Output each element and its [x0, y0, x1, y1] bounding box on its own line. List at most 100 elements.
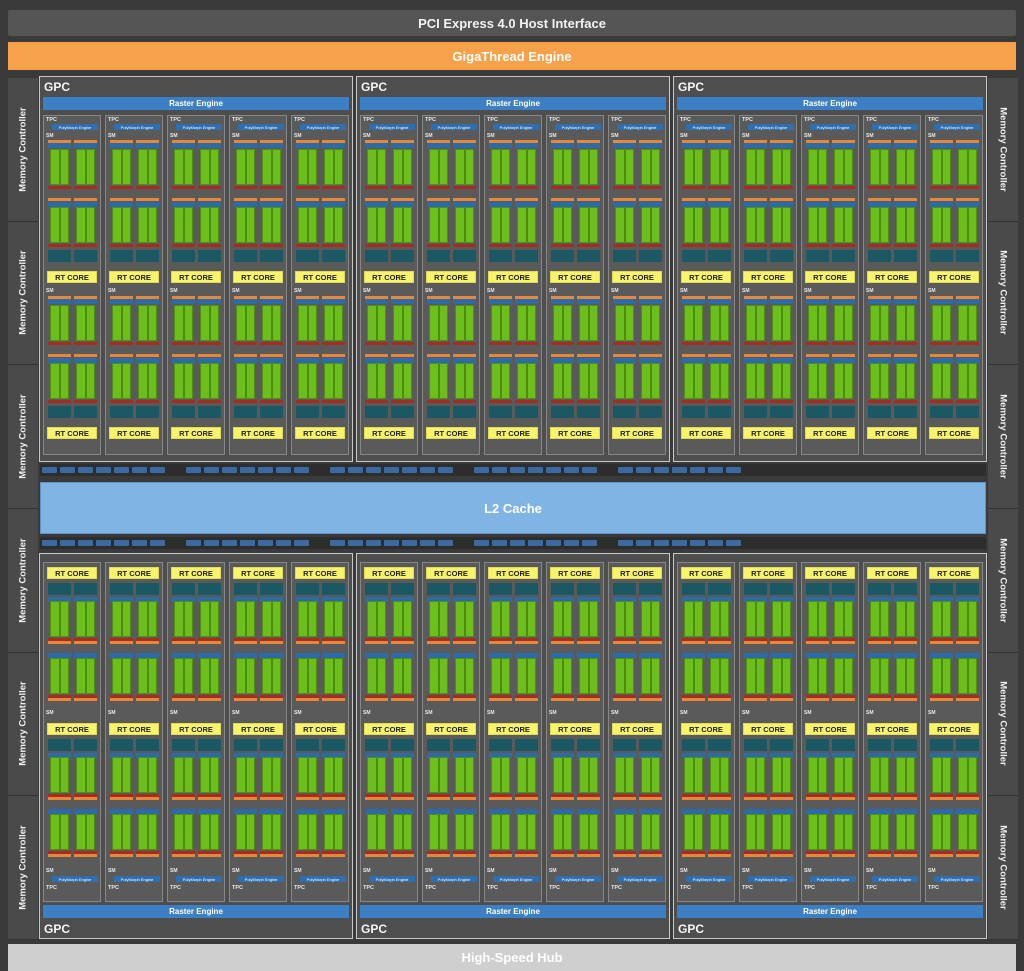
polymorph-label: PolyMorph Engine [437, 124, 471, 130]
polymorph-engine: PolyMorph Engine [493, 124, 539, 130]
rt-core-label: RT CORE [558, 272, 592, 282]
cuda-core-block [76, 757, 95, 793]
crossbar-segment [96, 467, 111, 473]
sm-partition [744, 140, 767, 266]
sm-label: SM [804, 710, 812, 716]
sm-partition [234, 140, 257, 266]
sm-partition [613, 296, 636, 422]
cuda-core-block [112, 757, 131, 793]
sm-partition [894, 739, 917, 865]
cuda-core-block [112, 658, 131, 694]
rt-core-label: RT CORE [689, 272, 723, 282]
polymorph-label: PolyMorph Engine [306, 124, 340, 130]
sm-partition [391, 583, 414, 709]
polymorph-engine: PolyMorph Engine [872, 124, 918, 130]
cuda-core-block [746, 814, 765, 850]
cuda-core-block [870, 363, 889, 399]
cuda-core-block [138, 601, 157, 637]
tpc-label: TPC [425, 117, 436, 123]
sm-partition [956, 140, 979, 266]
sm-label: SM [611, 868, 619, 874]
sm-partition [744, 583, 767, 709]
tpc-label: TPC [363, 117, 374, 123]
memory-controller-label: Memory Controller [997, 250, 1009, 336]
polymorph-engine: PolyMorph Engine [369, 876, 415, 882]
memory-controller-label: Memory Controller [997, 681, 1009, 767]
sm-partition [708, 140, 731, 266]
rt-core: RT CORE [295, 723, 345, 735]
gpc-label: GPC [678, 922, 705, 936]
tpc: RT CORE SM RT CORE SM PolyMorph Engine TPC [43, 562, 101, 902]
tpc-label: TPC [742, 885, 753, 891]
rt-core-label: RT CORE [434, 272, 468, 282]
rt-core: RT CORE [743, 271, 793, 283]
crossbar-segment [582, 540, 597, 546]
sm-partition [198, 583, 221, 709]
polymorph-engine: PolyMorph Engine [617, 124, 663, 130]
sm-partition [613, 583, 636, 709]
cuda-core-block [455, 149, 474, 185]
sm-partition [868, 739, 891, 865]
cuda-core-block [684, 601, 703, 637]
cuda-core-block [834, 305, 853, 341]
high-speed-hub: High-Speed Hub [8, 944, 1016, 971]
cuda-core-block [367, 363, 386, 399]
tpc: RT CORE SM RT CORE SM PolyMorph Engine TPC [422, 562, 480, 902]
cuda-core-block [76, 658, 95, 694]
cuda-core-block [262, 363, 281, 399]
cuda-core-block [615, 207, 634, 243]
sm-partition [868, 296, 891, 422]
sm-partition [74, 583, 97, 709]
cuda-core-block [958, 363, 977, 399]
cuda-core-block [896, 363, 915, 399]
cuda-core-block [262, 149, 281, 185]
sm-partition [930, 739, 953, 865]
cuda-core-block [870, 149, 889, 185]
sm-label: SM [549, 133, 557, 139]
crossbar-segment [330, 540, 345, 546]
polymorph-label: PolyMorph Engine [561, 124, 595, 130]
memory-controller-label: Memory Controller [17, 825, 29, 910]
rt-core: RT CORE [743, 427, 793, 439]
sm-partition [391, 140, 414, 266]
memory-controller-label: Memory Controller [997, 107, 1009, 192]
rt-core: RT CORE [109, 271, 159, 283]
tpc: TPC PolyMorph Engine SM RT CORE SM RT CORE [360, 115, 418, 455]
rt-core-label: RT CORE [179, 428, 213, 438]
rt-core-label: RT CORE [813, 428, 847, 438]
cuda-core-block [324, 601, 343, 637]
sm-partition [577, 583, 600, 709]
crossbar-segment [744, 540, 759, 546]
sm-partition [639, 583, 662, 709]
sm-label: SM [928, 288, 936, 294]
polymorph-engine: PolyMorph Engine [238, 124, 284, 130]
tpc-label: TPC [294, 885, 305, 891]
cuda-core-block [200, 757, 219, 793]
rt-core: RT CORE [426, 271, 476, 283]
polymorph-engine: PolyMorph Engine [748, 124, 794, 130]
sm-partition [956, 296, 979, 422]
sm-label: SM [232, 133, 240, 139]
rt-core: RT CORE [233, 427, 283, 439]
sm-label: SM [170, 868, 178, 874]
cuda-core-block [553, 305, 572, 341]
sm-label: SM [680, 710, 688, 716]
rt-core: RT CORE [550, 567, 600, 579]
cuda-core-block [298, 149, 317, 185]
sm-partition [322, 739, 345, 865]
sm-label: SM [680, 133, 688, 139]
tpc: TPC PolyMorph Engine SM RT CORE SM RT CORE [739, 115, 797, 455]
tpc: RT CORE SM RT CORE SM PolyMorph Engine TPC [863, 562, 921, 902]
crossbar-segment [744, 467, 759, 473]
tpc-label: TPC [804, 117, 815, 123]
rt-core: RT CORE [364, 567, 414, 579]
crossbar-segment [546, 467, 561, 473]
raster-engine: Raster Engine [43, 97, 349, 110]
sm-partition [639, 739, 662, 865]
sm-label: SM [46, 133, 54, 139]
crossbar-segment [276, 467, 291, 473]
polymorph-label: PolyMorph Engine [754, 124, 788, 130]
rt-core: RT CORE [171, 271, 221, 283]
polymorph-label: PolyMorph Engine [816, 124, 850, 130]
tpc: RT CORE SM RT CORE SM PolyMorph Engine TPC [925, 562, 983, 902]
